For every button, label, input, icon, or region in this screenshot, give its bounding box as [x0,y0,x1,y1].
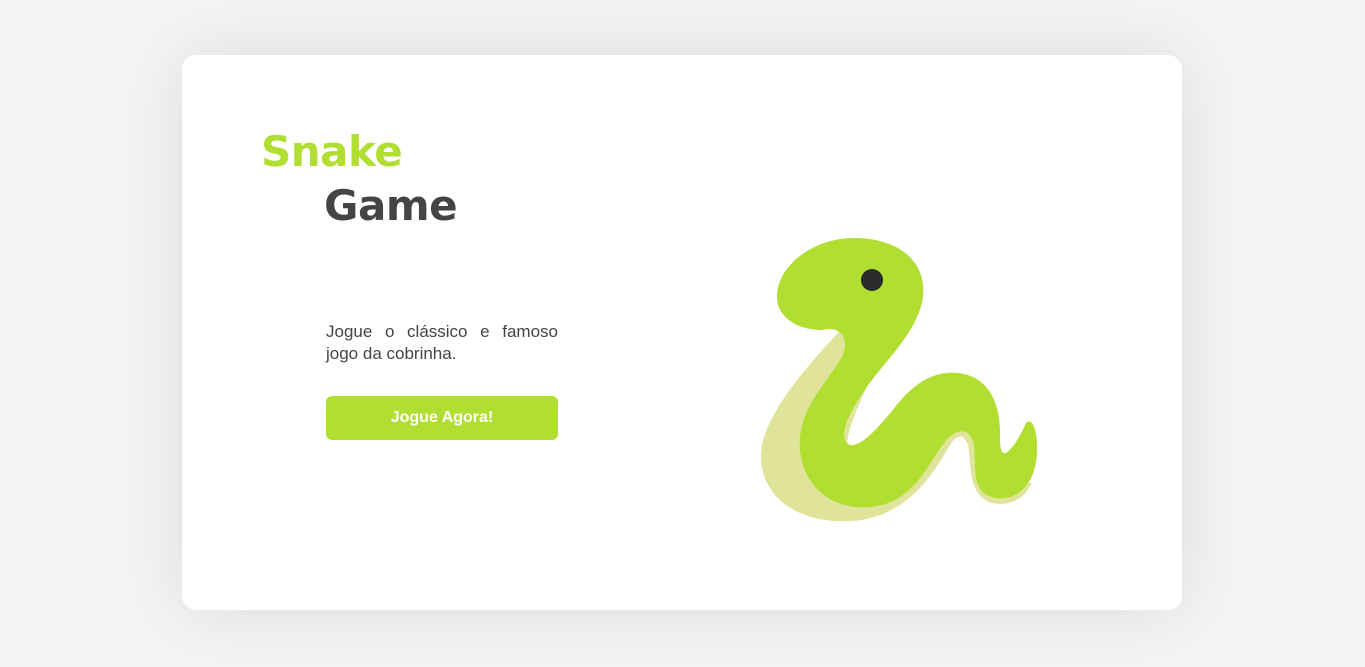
play-now-button[interactable]: Jogue Agora! [326,396,558,440]
main-card: Snake Game Jogue o clássico e famoso jog… [182,55,1182,610]
snake-illustration-icon [760,238,1038,522]
title-snake: Snake [261,127,403,176]
title-game: Game [324,181,458,230]
snake-eye [861,269,883,291]
game-description: Jogue o clássico e famoso jogo da cobrin… [326,322,558,363]
